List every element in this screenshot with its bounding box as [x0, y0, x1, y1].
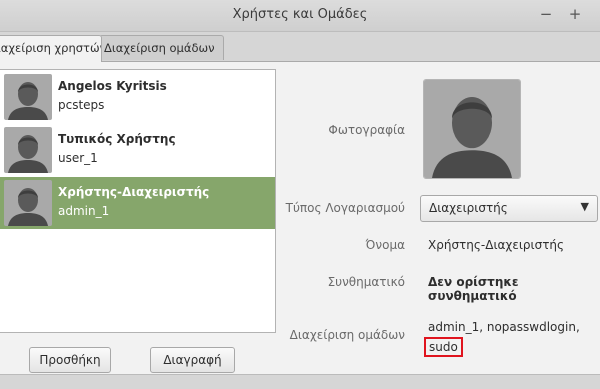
- photo-label: Φωτογραφία: [328, 123, 405, 137]
- password-value[interactable]: Δεν ορίστηκε συνθηματικό: [428, 275, 600, 303]
- window-title: Χρήστες και Ομάδες: [232, 7, 368, 22]
- groups-label: Διαχείριση ομάδων: [289, 328, 405, 342]
- name-value[interactable]: Χρήστης-Διαχειριστής: [428, 238, 564, 252]
- list-item[interactable]: Τυπικός Χρήστης user_1: [0, 124, 275, 176]
- tab-manage-users[interactable]: Διαχείριση χρηστών: [0, 35, 102, 62]
- groups-value[interactable]: admin_1, nopasswdlogin,: [428, 320, 580, 334]
- tab-manage-groups[interactable]: Διαχείριση ομάδων: [99, 35, 224, 60]
- account-type-select[interactable]: Διαχειριστής ▼: [420, 195, 598, 222]
- user-login: user_1: [58, 151, 98, 165]
- user-login: pcsteps: [58, 98, 105, 112]
- avatar: [4, 180, 52, 226]
- account-type-label: Τύπος Λογαριασμού: [285, 201, 405, 215]
- avatar: [4, 127, 52, 173]
- user-name: Angelos Kyritsis: [58, 79, 167, 93]
- user-name: Τυπικός Χρήστης: [58, 132, 176, 146]
- user-login: admin_1: [58, 204, 110, 218]
- add-user-button[interactable]: Προσθήκη: [29, 347, 111, 373]
- user-name: Χρήστης-Διαχειριστής: [58, 185, 210, 199]
- list-item[interactable]: Angelos Kyritsis pcsteps: [0, 71, 275, 123]
- user-photo-button[interactable]: [423, 79, 521, 179]
- title-bar: Χρήστες και Ομάδες − +: [0, 0, 600, 32]
- minimize-icon[interactable]: −: [536, 4, 556, 24]
- delete-user-button[interactable]: Διαγραφή: [150, 347, 235, 373]
- main-panel: Angelos Kyritsis pcsteps Τυπικός Χρήστης…: [0, 61, 600, 375]
- account-type-value: Διαχειριστής: [429, 201, 508, 215]
- bottom-bar: [0, 374, 600, 389]
- password-label: Συνθηματικό: [327, 275, 405, 289]
- sudo-highlight: sudo: [424, 337, 463, 357]
- avatar: [4, 74, 52, 120]
- chevron-down-icon: ▼: [580, 200, 589, 213]
- maximize-icon[interactable]: +: [565, 4, 585, 24]
- name-label: Όνομα: [365, 238, 405, 252]
- tab-bar: Διαχείριση χρηστών Διαχείριση ομάδων: [0, 35, 600, 62]
- list-item[interactable]: Χρήστης-Διαχειριστής admin_1: [0, 177, 275, 229]
